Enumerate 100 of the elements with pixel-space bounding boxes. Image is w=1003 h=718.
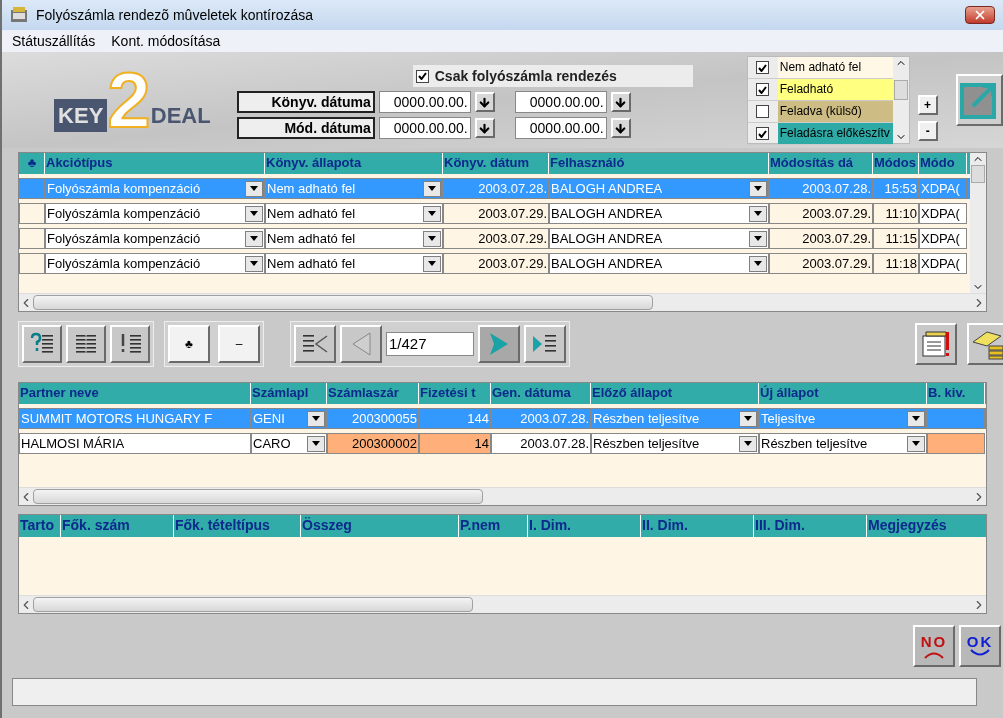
status-item[interactable]: Nem adható fel <box>777 57 893 78</box>
first-page-button[interactable] <box>294 325 336 363</box>
checkbox[interactable] <box>756 105 770 118</box>
column-header[interactable]: I. Dim. <box>528 515 641 537</box>
checkbox[interactable] <box>756 83 770 96</box>
table-row[interactable]: Folyószámla kompenzáció Nem adható fel 2003.07.29. BALOGH ANDREA 2003.07.29. 11:18 XDPA( <box>19 253 970 274</box>
column-header[interactable]: P.nem <box>459 515 528 537</box>
dropdown-button[interactable] <box>749 230 767 247</box>
horizontal-scrollbar[interactable] <box>19 293 986 311</box>
table-row[interactable]: Folyószámla kompenzáció Nem adható fel 2003.07.29. BALOGH ANDREA 2003.07.29. 11:10 XDPA( <box>19 203 970 224</box>
column-header[interactable]: Gen. dátuma <box>491 383 591 404</box>
scroll-thumb[interactable] <box>33 597 473 612</box>
dropdown-button[interactable] <box>739 435 757 452</box>
status-item[interactable]: Feladható <box>777 79 893 100</box>
column-header[interactable]: Könyv. állapota <box>265 153 443 174</box>
report-button[interactable] <box>915 323 957 365</box>
column-header[interactable]: Felhasználó <box>549 153 769 174</box>
ok-button[interactable]: OK <box>959 625 1001 667</box>
list-button[interactable] <box>22 325 62 363</box>
date-picker-button[interactable] <box>474 118 495 138</box>
horizontal-scrollbar[interactable] <box>19 595 986 613</box>
dropdown-button[interactable] <box>749 180 767 197</box>
date-field[interactable]: 0000.00.00. <box>514 117 607 139</box>
column-header[interactable]: II. Dim. <box>641 515 754 537</box>
money-button[interactable] <box>967 323 1003 365</box>
column-header[interactable]: Módos <box>873 153 919 174</box>
horizontal-scrollbar[interactable] <box>19 487 986 505</box>
dropdown-button[interactable] <box>423 180 441 197</box>
last-page-button[interactable] <box>524 325 566 363</box>
dropdown-button[interactable] <box>423 230 441 247</box>
date-picker-button[interactable] <box>610 118 631 138</box>
caret-icon <box>754 236 762 241</box>
scroll-thumb[interactable] <box>971 165 985 183</box>
date-field[interactable]: 0000.00.00. <box>378 91 471 113</box>
table-row[interactable]: Folyószámla kompenzáció Nem adható fel 2003.07.29. BALOGH ANDREA 2003.07.29. 11:15 XDPA( <box>19 228 970 249</box>
dropdown-button[interactable] <box>907 435 925 452</box>
column-header[interactable]: Számlaszár <box>327 383 419 404</box>
add-button[interactable]: + <box>917 95 938 115</box>
status-item[interactable]: Feladva (külső) <box>777 101 893 122</box>
column-header[interactable]: Előző állapot <box>591 383 759 404</box>
column-header[interactable]: Módosítás dá <box>769 153 873 174</box>
column-header[interactable]: ♣ <box>19 153 45 174</box>
checkbox[interactable] <box>756 127 770 140</box>
list-button[interactable] <box>110 325 150 363</box>
dropdown-button[interactable] <box>739 410 757 427</box>
dropdown-button[interactable] <box>245 205 263 222</box>
edit-button[interactable] <box>955 74 1003 126</box>
filter-checkbox-row[interactable]: Csak folyószámla rendezés <box>412 65 693 87</box>
column-header[interactable]: Partner neve <box>19 383 251 404</box>
dropdown-button[interactable] <box>423 205 441 222</box>
date-picker-button[interactable] <box>474 92 495 112</box>
remove-button[interactable]: - <box>917 121 938 141</box>
date-picker-button[interactable] <box>610 92 631 112</box>
column-header[interactable]: Összeg <box>301 515 459 537</box>
column-header[interactable]: Tarto <box>19 515 61 537</box>
column-header[interactable]: Számlapl <box>251 383 327 404</box>
table-cell: XDPA( <box>919 228 967 249</box>
table-row[interactable]: HALMOSI MÁRIA CARO 200300002 14 2003.07.28. Részben teljesítve Részben teljesítve <box>19 433 986 454</box>
next-page-button[interactable] <box>478 325 520 363</box>
dropdown-button[interactable] <box>907 410 925 427</box>
menu-item[interactable]: Kont. módosítása <box>111 30 221 52</box>
column-header[interactable]: Új állapot <box>759 383 927 404</box>
menu-item[interactable]: Státuszállítás <box>12 30 96 52</box>
scroll-thumb[interactable] <box>893 80 908 100</box>
column-header[interactable]: Megjegyzés <box>867 515 986 537</box>
scroll-thumb[interactable] <box>33 295 653 310</box>
column-header[interactable]: Fők. szám <box>61 515 174 537</box>
arrow-down-icon <box>478 95 492 109</box>
close-button[interactable] <box>965 6 995 24</box>
previous-page-button[interactable] <box>340 325 382 363</box>
table-row[interactable]: Folyószámla kompenzáció Nem adható fel 2003.07.28. BALOGH ANDREA 2003.07.28. 15:53 XDPA( <box>19 178 970 199</box>
dropdown-button[interactable] <box>423 255 441 272</box>
column-header[interactable]: B. kiv. <box>927 383 985 404</box>
minus-button[interactable]: – <box>218 325 260 363</box>
dropdown-button[interactable] <box>245 180 263 197</box>
table-cell: Folyószámla kompenzáció <box>45 178 265 199</box>
cancel-button[interactable]: NO <box>913 625 955 667</box>
column-header[interactable]: III. Dim. <box>754 515 867 537</box>
dropdown-button[interactable] <box>749 205 767 222</box>
scroll-thumb[interactable] <box>33 489 483 504</box>
list-button[interactable] <box>66 325 106 363</box>
column-header[interactable]: Fők. tételtípus <box>174 515 301 537</box>
status-item[interactable]: Feladásra előkészítv <box>777 123 893 144</box>
marker-button[interactable]: ♣ <box>168 325 210 363</box>
dropdown-button[interactable] <box>307 435 325 452</box>
dropdown-button[interactable] <box>307 410 325 427</box>
vertical-scrollbar[interactable] <box>970 153 986 293</box>
dropdown-button[interactable] <box>245 230 263 247</box>
checkbox[interactable] <box>415 69 429 83</box>
column-header[interactable]: Könyv. dátum <box>443 153 549 174</box>
column-header[interactable]: Módo <box>919 153 967 174</box>
dropdown-button[interactable] <box>749 255 767 272</box>
caret-icon <box>312 416 320 421</box>
dropdown-button[interactable] <box>245 255 263 272</box>
checkbox[interactable] <box>756 61 770 74</box>
table-row[interactable]: SUMMIT MOTORS HUNGARY F GENI 200300055 144 2003.07.28. Részben teljesítve Teljesítve <box>19 408 986 429</box>
column-header[interactable]: Fizetési t <box>419 383 491 404</box>
column-header[interactable]: Akciótípus <box>45 153 265 174</box>
date-field[interactable]: 0000.00.00. <box>514 91 607 113</box>
date-field[interactable]: 0000.00.00. <box>378 117 471 139</box>
